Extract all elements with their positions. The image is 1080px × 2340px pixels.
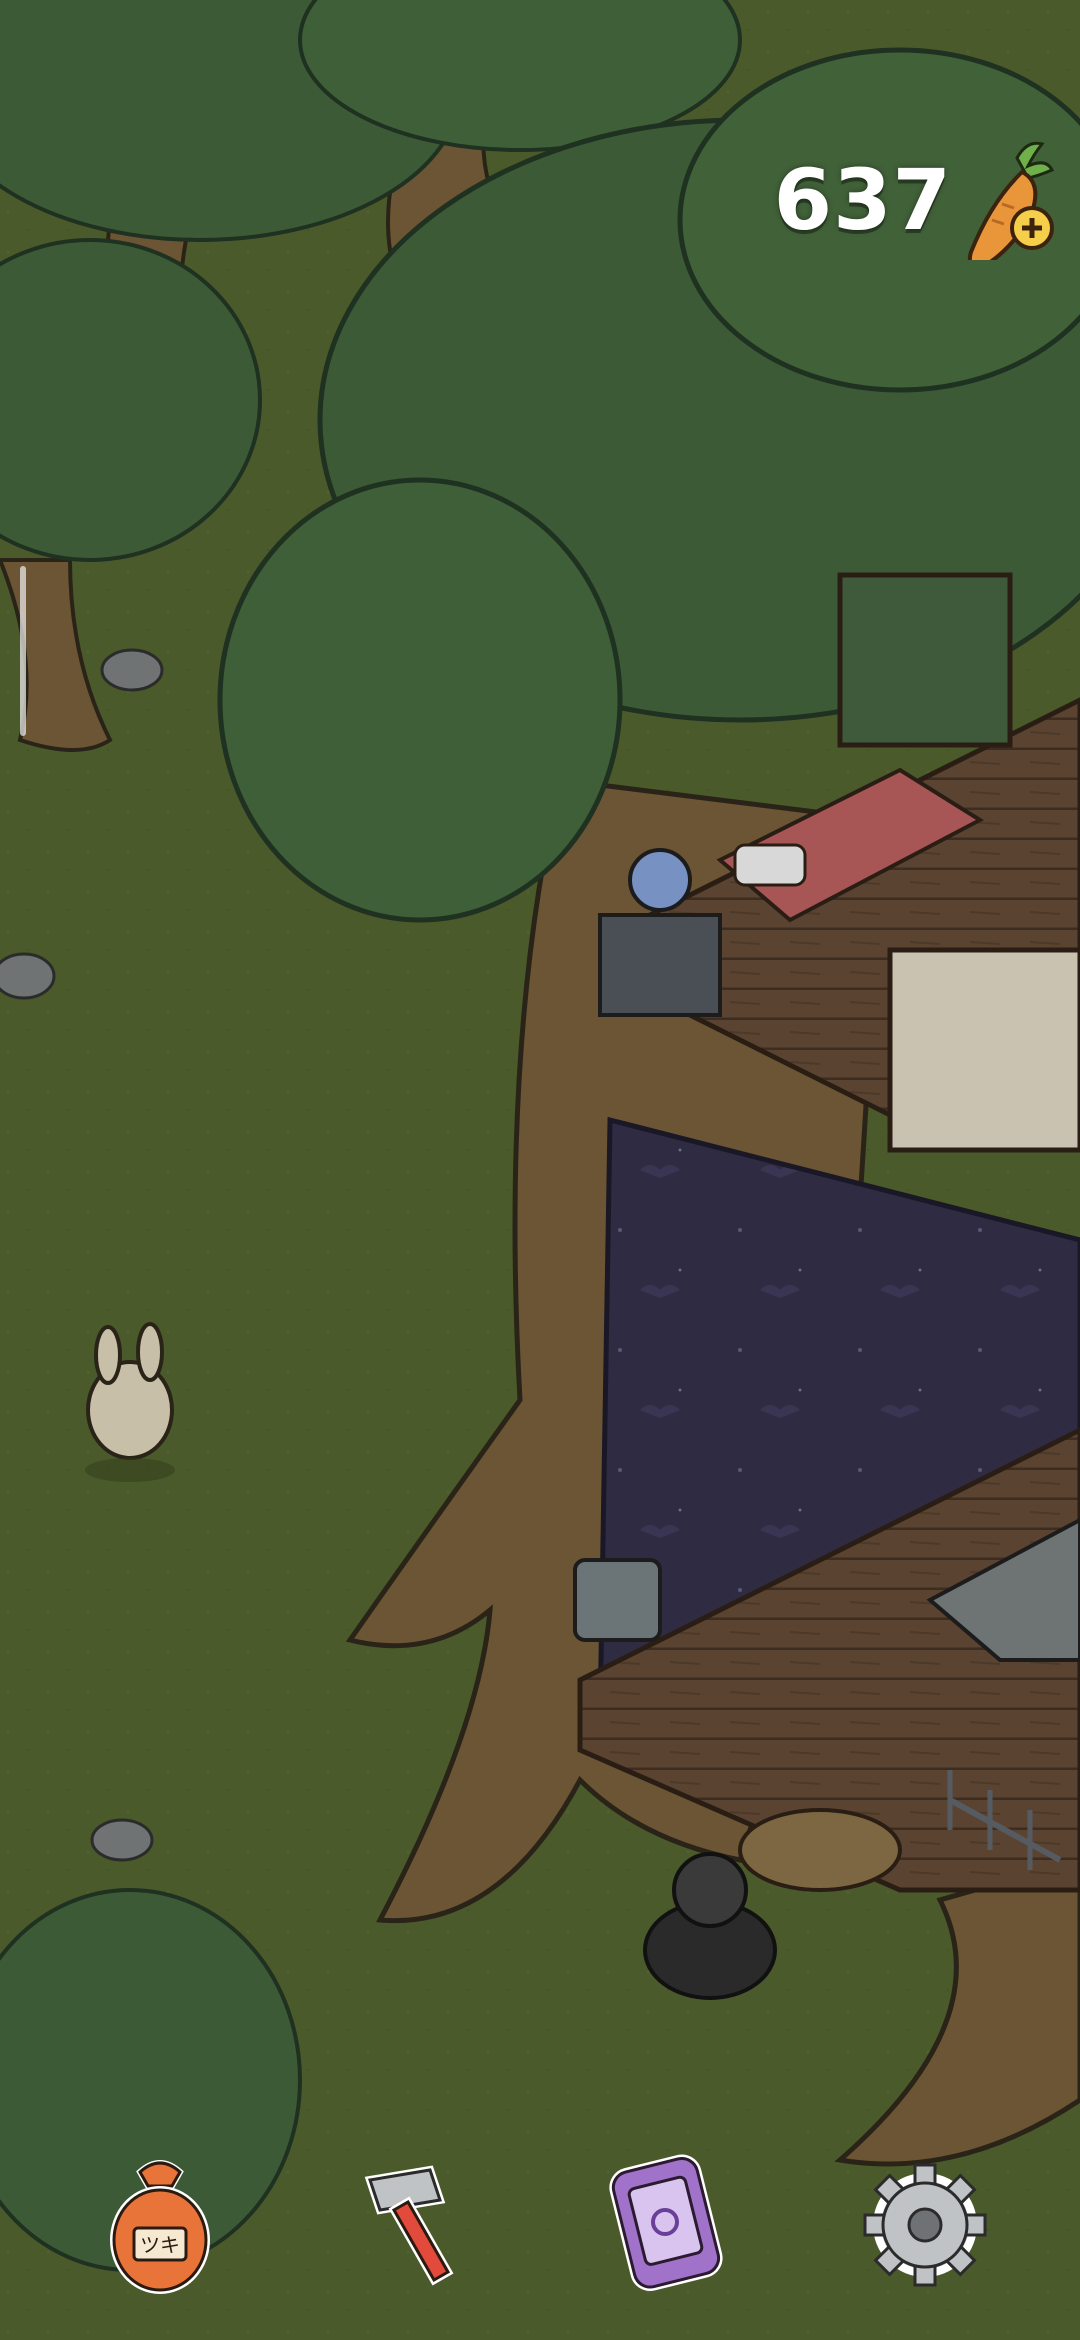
settings-button[interactable] <box>855 2150 995 2300</box>
mailbox[interactable] <box>573 1558 662 1642</box>
carrot-add-icon[interactable] <box>962 140 1062 273</box>
build-button[interactable] <box>340 2150 480 2300</box>
bag-label: ツキ <box>140 2233 180 2257</box>
phone-icon <box>609 2154 723 2292</box>
carrot-currency: 637 <box>773 140 1062 273</box>
gear-icon <box>863 2163 987 2287</box>
game-world[interactable] <box>0 0 1080 2340</box>
carrot-count: 637 <box>773 151 952 249</box>
bag-button[interactable]: ツキ <box>90 2150 230 2300</box>
scroll-indicator[interactable] <box>20 566 26 736</box>
hammer-icon <box>364 2165 454 2286</box>
game-screen[interactable]: 637 ツキ <box>0 0 1080 2340</box>
folding-screen <box>887 947 1080 1153</box>
bottom-toolbar: ツキ <box>0 2150 1080 2340</box>
phone-button[interactable] <box>595 2150 735 2300</box>
pegboard <box>837 572 1013 748</box>
wooden-steps <box>738 1808 902 1892</box>
bag-icon: ツキ <box>110 2160 210 2294</box>
